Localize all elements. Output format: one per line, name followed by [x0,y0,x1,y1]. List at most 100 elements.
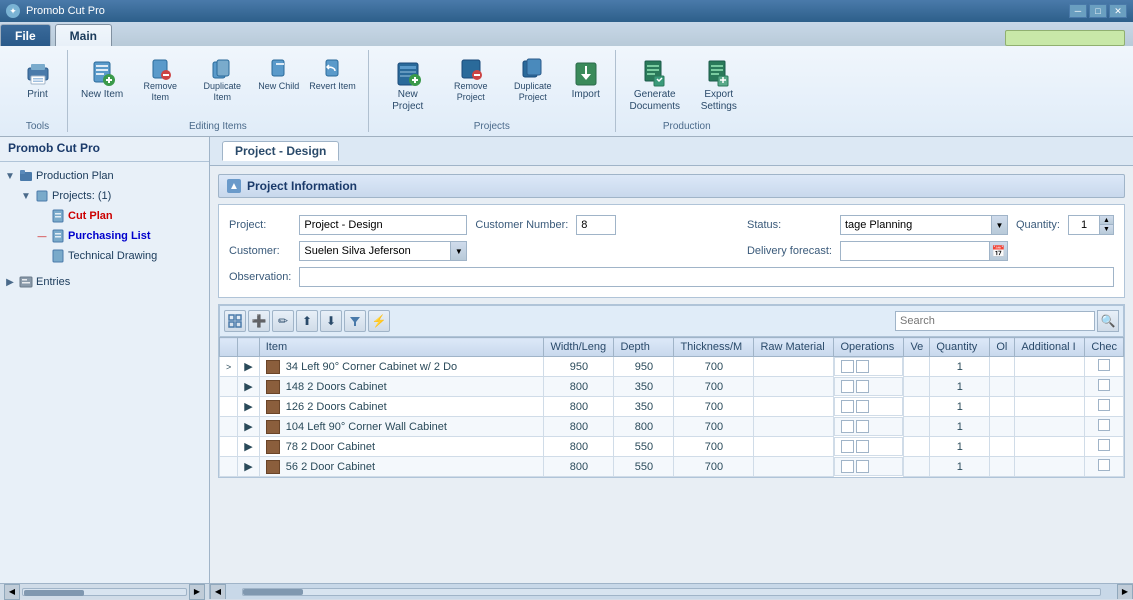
customer-number-input[interactable] [576,215,616,235]
toolbar-grid-btn[interactable] [224,310,246,332]
minimize-button[interactable]: ─ [1069,4,1087,18]
sidebar-item-projects[interactable]: ▼ Projects: (1) [16,186,209,206]
revert-item-button[interactable]: Revert Item [305,54,360,95]
new-project-icon [392,57,424,89]
close-button[interactable]: ✕ [1109,4,1127,18]
row-arrow-1[interactable]: ▶ [238,377,259,397]
row-expand-1[interactable] [220,377,238,397]
duplicate-project-label: Duplicate Project [507,81,559,103]
new-project-button[interactable]: New Project [377,54,439,116]
customer-select-input[interactable] [300,242,450,260]
production-plan-arrow: ▼ [4,170,16,182]
ops-check1-5[interactable] [841,460,854,473]
row-checkbox-5[interactable] [1098,459,1110,471]
ops-check1-1[interactable] [841,380,854,393]
ribbon-group-projects: New Project Remove Project [369,50,616,132]
ops-check2-1[interactable] [856,380,869,393]
row-qty-1: 1 [930,377,990,397]
generate-docs-button[interactable]: Generate Documents [624,54,686,116]
new-child-icon [267,57,291,81]
duplicate-item-button[interactable]: Duplicate Item [192,54,252,106]
sidebar-item-production-plan[interactable]: ▼ Production Plan [0,166,209,186]
col-item: Item [259,338,544,357]
scroll-right-btn[interactable]: ▶ [1117,584,1133,600]
project-input[interactable] [299,215,467,235]
row-expand-0[interactable]: > [220,357,238,377]
row-checkbox-4[interactable] [1098,439,1110,451]
new-item-button[interactable]: New Item [76,54,128,104]
export-settings-button[interactable]: Export Settings [688,54,750,116]
remove-item-button[interactable]: Remove Item [130,54,190,106]
row-arrow-3[interactable]: ▶ [238,417,259,437]
status-dropdown-btn[interactable]: ▼ [991,216,1007,234]
tab-file[interactable]: File [0,24,51,46]
maximize-button[interactable]: □ [1089,4,1107,18]
status-select[interactable]: ▼ [840,215,1008,235]
row-item-2: 126 2 Doors Cabinet [259,397,544,417]
sidebar-scroll-right[interactable]: ▶ [189,584,205,600]
ribbon-search-input[interactable] [1005,30,1125,46]
ops-check2-5[interactable] [856,460,869,473]
ops-check1-2[interactable] [841,400,854,413]
tab-main[interactable]: Main [55,24,112,46]
section-collapse-arrow[interactable]: ▲ [227,179,241,193]
toolbar-filter-btn[interactable] [344,310,366,332]
row-expand-2[interactable] [220,397,238,417]
row-arrow-5[interactable]: ▶ [238,457,259,477]
row-checkbox-0[interactable] [1098,359,1110,371]
quantity-input[interactable] [1069,219,1099,231]
grid-search-button[interactable]: 🔍 [1097,310,1119,332]
row-arrow-0[interactable]: ▶ [238,357,259,377]
row-depth-0: 950 [614,357,674,377]
toolbar-add-btn[interactable]: ➕ [248,310,270,332]
row-expand-5[interactable] [220,457,238,477]
toolbar-down-btn[interactable]: ⬇ [320,310,342,332]
col-thickness: Thickness/M [674,338,754,357]
observation-input[interactable] [299,267,1114,287]
col-ve: Ve [904,338,930,357]
sidebar-item-purchasing-list[interactable]: — Purchasing List [32,226,209,246]
ops-check2-2[interactable] [856,400,869,413]
col-arrow [238,338,259,357]
row-checkbox-3[interactable] [1098,419,1110,431]
sidebar-item-technical-drawing[interactable]: Technical Drawing [32,246,209,266]
ops-check2-3[interactable] [856,420,869,433]
remove-project-button[interactable]: Remove Project [441,54,501,106]
toolbar-edit-btn[interactable]: ✏ [272,310,294,332]
ops-check2-4[interactable] [856,440,869,453]
toolbar-up-btn[interactable]: ⬆ [296,310,318,332]
col-depth: Depth [614,338,674,357]
ribbon-group-production: Generate Documents Export Settings [616,50,758,132]
row-checkbox-2[interactable] [1098,399,1110,411]
sidebar-item-entries[interactable]: ▶ Entries [0,272,209,292]
customer-select[interactable]: ▼ [299,241,467,261]
ops-check2-0[interactable] [856,360,869,373]
quantity-down-button[interactable]: ▼ [1099,225,1113,234]
ops-check1-3[interactable] [841,420,854,433]
toolbar-sort-btn[interactable]: ⚡ [368,310,390,332]
import-button[interactable]: Import [565,54,607,104]
quantity-up-button[interactable]: ▲ [1099,216,1113,225]
row-arrow-2[interactable]: ▶ [238,397,259,417]
row-expand-4[interactable] [220,437,238,457]
tab-project-design[interactable]: Project - Design [222,141,339,161]
sidebar-item-cut-plan[interactable]: Cut Plan [32,206,209,226]
sidebar-title: Promob Cut Pro [0,137,209,162]
new-child-button[interactable]: New Child [254,54,303,95]
delivery-calendar-btn[interactable]: 📅 [989,242,1007,260]
row-checkbox-1[interactable] [1098,379,1110,391]
print-button[interactable]: Print [17,54,59,104]
customer-dropdown-btn[interactable]: ▼ [450,242,466,260]
row-expand-3[interactable] [220,417,238,437]
row-material-1 [754,377,834,397]
sidebar-scroll-left[interactable]: ◀ [4,584,20,600]
scroll-left-btn[interactable]: ◀ [210,584,226,600]
status-select-input[interactable] [841,219,991,231]
duplicate-project-button[interactable]: Duplicate Project [503,54,563,106]
row-arrow-4[interactable]: ▶ [238,437,259,457]
grid-search-input[interactable] [895,311,1095,331]
delivery-input[interactable] [841,245,989,257]
ops-check1-0[interactable] [841,360,854,373]
ops-check1-4[interactable] [841,440,854,453]
projects-children: Cut Plan — [16,206,209,266]
